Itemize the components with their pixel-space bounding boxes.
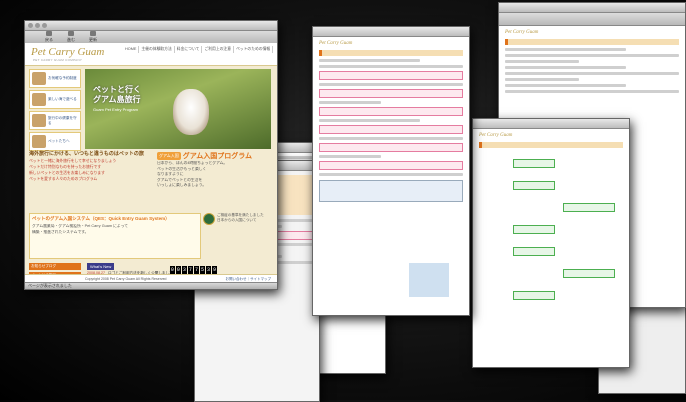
site-logo[interactable]: Pet Carry Guam — [31, 46, 104, 58]
title-bar — [499, 3, 685, 13]
qes-heading: ペットのグアム入国システム（QES：Quick Entry Guam Syste… — [32, 216, 170, 221]
close-icon[interactable] — [28, 23, 33, 28]
program-title: グアム入国プログラム — [182, 153, 253, 160]
browser-window-middle: Pet Carry Guam — [312, 26, 470, 316]
info-box — [319, 125, 463, 134]
text-line — [319, 101, 382, 104]
text-line — [319, 137, 463, 140]
forward-icon — [68, 31, 74, 36]
page-logo: Pet Carry Guam — [505, 30, 539, 35]
reload-icon — [90, 31, 96, 36]
flow-step — [513, 159, 555, 168]
hero-banner: ペットと行く グアム島旅行 Guam Pet Entry Program — [85, 69, 271, 149]
nav-item[interactable]: ペットのための情報 — [234, 46, 274, 53]
qes-box: ペットのグアム入国システム（QES：Quick Entry Guam Syste… — [29, 213, 201, 259]
program-text: いっしょに楽しみましょう。 — [157, 183, 207, 187]
text-line — [505, 84, 626, 87]
text-line — [505, 90, 679, 93]
whats-new-label: What's New — [87, 263, 115, 270]
info-box — [319, 89, 463, 98]
blog-button[interactable]: お知らせブログ — [29, 263, 81, 270]
title-bar — [313, 27, 469, 37]
nav-item[interactable]: 主催の体験取方法 — [139, 46, 175, 53]
info-box — [319, 71, 463, 80]
pet-thumbnail — [32, 93, 46, 106]
toolbar — [499, 13, 685, 26]
back-button[interactable]: 戻る — [45, 31, 53, 43]
text-line — [505, 54, 679, 57]
text-line — [505, 48, 626, 51]
visitor-counter: 00377539 — [169, 266, 217, 274]
left-nav-item[interactable]: ペットたちへ — [29, 132, 81, 151]
section-header — [505, 39, 679, 45]
text-line — [319, 173, 463, 176]
text-line — [505, 78, 580, 81]
title-bar — [473, 119, 629, 129]
left-nav-item[interactable]: 楽しい海で遊べる — [29, 90, 81, 109]
pet-thumbnail — [32, 72, 46, 85]
title-bar — [25, 21, 277, 31]
forward-button[interactable]: 進む — [67, 31, 75, 43]
guam-seal-icon — [203, 213, 215, 225]
program-section: グアム入国 グアム入国プログラム 日本から、ほんの4時間ちょっとグアム。 ペットの… — [157, 151, 271, 189]
pet-thumbnail — [32, 114, 46, 127]
intro-section: 海外旅行にかける、いつもと違うものはペットの旅 ペットと一緒に海外旅行をして幸せ… — [29, 151, 153, 182]
flow-step — [563, 203, 615, 212]
reload-button[interactable]: 更新 — [89, 31, 97, 43]
left-nav: お気軽な予約制度 楽しい海で遊べる 旅行中の健康を守る ペットたちへ — [29, 69, 81, 153]
browser-window-main: 戻る 進む 更新 Pet Carry Guam PET CARRY GUAM C… — [24, 20, 278, 290]
page-logo: Pet Carry Guam — [319, 41, 353, 46]
copyright-text: Copyright 2008 Pet Carry Guam All Rights… — [85, 277, 167, 281]
flow-step — [513, 225, 555, 234]
text-line — [505, 60, 580, 63]
nav-item[interactable]: HOME — [123, 46, 140, 53]
info-box — [319, 107, 463, 116]
section-header — [319, 50, 463, 56]
back-icon — [46, 31, 52, 36]
qes-text: 構築・推進されたシステムです。 — [32, 229, 89, 234]
hero-title: ペットと行く グアム島旅行 — [93, 85, 141, 104]
left-nav-item[interactable]: お気軽な予約制度 — [29, 69, 81, 88]
text-line — [319, 119, 421, 122]
text-line — [319, 65, 463, 68]
text-line — [319, 155, 382, 158]
zoom-icon[interactable] — [42, 23, 47, 28]
site-logo-sub: PET CARRY GUAM COMPANY — [33, 58, 83, 62]
nav-item[interactable]: 料金について — [175, 46, 203, 53]
hero-subtitle: Guam Pet Entry Program — [93, 107, 138, 112]
content-box — [319, 180, 463, 202]
nav-item[interactable]: ご利用上の注意 — [202, 46, 235, 53]
text-line — [505, 72, 679, 75]
text-line — [319, 59, 421, 62]
section-title: 海外旅行にかける、いつもと違うものはペットの旅 — [29, 151, 144, 157]
dog-image — [173, 89, 209, 135]
site-header: Pet Carry Guam PET CARRY GUAM COMPANY HO… — [25, 43, 277, 66]
left-nav-item[interactable]: 旅行中の健康を守る — [29, 111, 81, 130]
browser-window-flowchart: Pet Carry Guam — [472, 118, 630, 368]
text-line — [505, 66, 626, 69]
dog-photo — [409, 263, 449, 297]
program-badge: グアム入国 — [157, 152, 181, 161]
info-box — [319, 161, 463, 170]
bullet-item: ペットを愛する人々のためのプログラム — [29, 177, 98, 181]
usda-info: ご検疫の基準を満たしました 日本からの入国について — [217, 213, 264, 222]
web-page: Pet Carry Guam PET CARRY GUAM COMPANY HO… — [25, 43, 277, 283]
status-bar: ページが表示されました — [25, 282, 277, 289]
flow-step — [513, 291, 555, 300]
flow-step — [513, 247, 555, 256]
pet-thumbnail — [32, 135, 46, 148]
flow-step — [513, 181, 555, 190]
section-header — [479, 142, 623, 148]
minimize-icon[interactable] — [35, 23, 40, 28]
page-logo: Pet Carry Guam — [479, 133, 513, 138]
text-line — [319, 83, 463, 86]
info-box — [319, 143, 463, 152]
flow-step — [563, 269, 615, 278]
top-nav: HOME 主催の体験取方法 料金について ご利用上の注意 ペットのための情報 — [123, 46, 274, 53]
